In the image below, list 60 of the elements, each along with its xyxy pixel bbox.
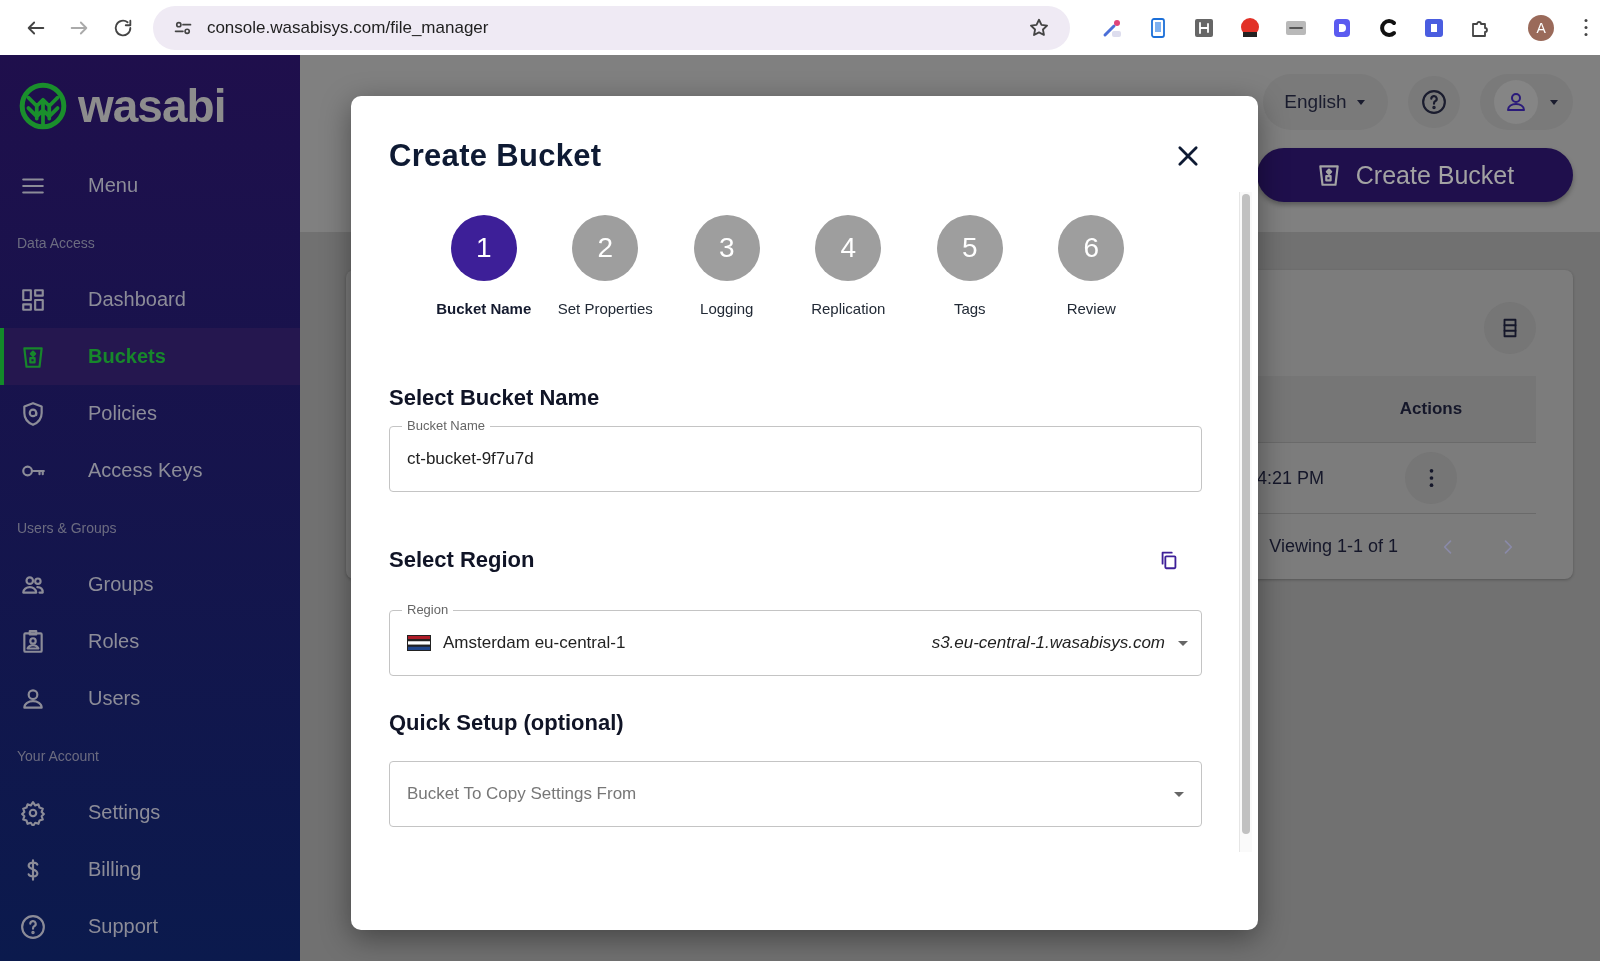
section-title: Data Access	[17, 234, 95, 251]
dashboard-icon	[20, 286, 46, 313]
section-title: Users & Groups	[17, 519, 117, 536]
logo-text: wasabi	[78, 79, 226, 133]
badge-icon	[20, 628, 46, 655]
url-text: console.wasabisys.com/file_manager	[206, 17, 490, 38]
nav-item[interactable]: Dashboard	[0, 271, 300, 328]
profile-avatar[interactable]: A	[1528, 14, 1554, 41]
field-value: ct-bucket-9f7u7d	[406, 448, 534, 469]
step-number[interactable]: 5	[936, 215, 1003, 281]
address-bar[interactable]: console.wasabisys.com/file_manager	[152, 5, 1071, 50]
step-label: Replication	[811, 300, 886, 318]
column-header: Actions	[1399, 399, 1463, 420]
nav-item[interactable]: Support	[0, 898, 300, 955]
dialog-title: Create Bucket	[389, 138, 602, 174]
step-label: Tags	[953, 300, 986, 318]
shield-icon	[20, 400, 46, 427]
step-label: Logging	[700, 300, 754, 318]
nav-item[interactable]: Settings	[0, 784, 300, 841]
copy-settings-select[interactable]: Bucket To Copy Settings From	[389, 761, 1202, 827]
nav-item[interactable]: Access Keys	[0, 442, 300, 499]
step-number[interactable]: 2	[572, 215, 639, 281]
pagination-text: Viewing 1-1 of 1	[1269, 536, 1398, 558]
section-heading: Select Bucket Name	[389, 384, 601, 412]
help-button[interactable]	[1408, 76, 1460, 128]
flag-icon	[407, 634, 431, 651]
step-label: Set Properties	[557, 300, 653, 318]
star-icon[interactable]	[1028, 16, 1051, 39]
settings-icon	[20, 799, 46, 826]
region-name: Amsterdam eu-central-1	[443, 632, 626, 653]
language-dropdown[interactable]: English	[1263, 74, 1388, 130]
step-number[interactable]: 6	[1058, 215, 1125, 281]
more-icon[interactable]	[1584, 19, 1588, 36]
nav-item[interactable]: Roles	[0, 613, 300, 670]
step-number[interactable]: 1	[450, 215, 517, 281]
section-title: Your Account	[17, 747, 99, 764]
nav-item[interactable]: Users	[0, 670, 300, 727]
table-cell-text: 4:21 PM	[1256, 467, 1325, 489]
field-label: Bucket Name	[406, 418, 487, 434]
scrollbar[interactable]	[1242, 194, 1250, 834]
nav-item[interactable]: Groups	[0, 556, 300, 613]
region-endpoint: s3.eu-central-1.wasabisys.com	[931, 632, 1165, 653]
region-select[interactable]: Region Amsterdam eu-central-1 s3.eu-central-1.wasabisys.com	[389, 602, 1202, 676]
step-number[interactable]: 3	[693, 215, 760, 281]
step-label: Bucket Name	[436, 300, 532, 318]
nav-item[interactable]: Buckets	[0, 328, 300, 385]
nav-item[interactable]: Billing	[0, 841, 300, 898]
menu-button[interactable]: Menu	[0, 157, 300, 214]
nav-item[interactable]: Policies	[0, 385, 300, 442]
more-icon	[1428, 469, 1434, 488]
logo-icon	[18, 81, 68, 131]
help-icon	[20, 913, 46, 940]
section-heading: Quick Setup (optional)	[389, 709, 625, 737]
section-heading: Select Region	[389, 546, 535, 574]
field-label: Region	[406, 602, 450, 618]
create-bucket-button[interactable]: Create Bucket	[1257, 148, 1573, 202]
step-label: Review	[1066, 300, 1116, 318]
help-icon	[1421, 89, 1447, 115]
bucket-name-field[interactable]: Bucket Name ct-bucket-9f7u7d	[389, 418, 1202, 492]
step-number[interactable]: 4	[815, 215, 882, 281]
